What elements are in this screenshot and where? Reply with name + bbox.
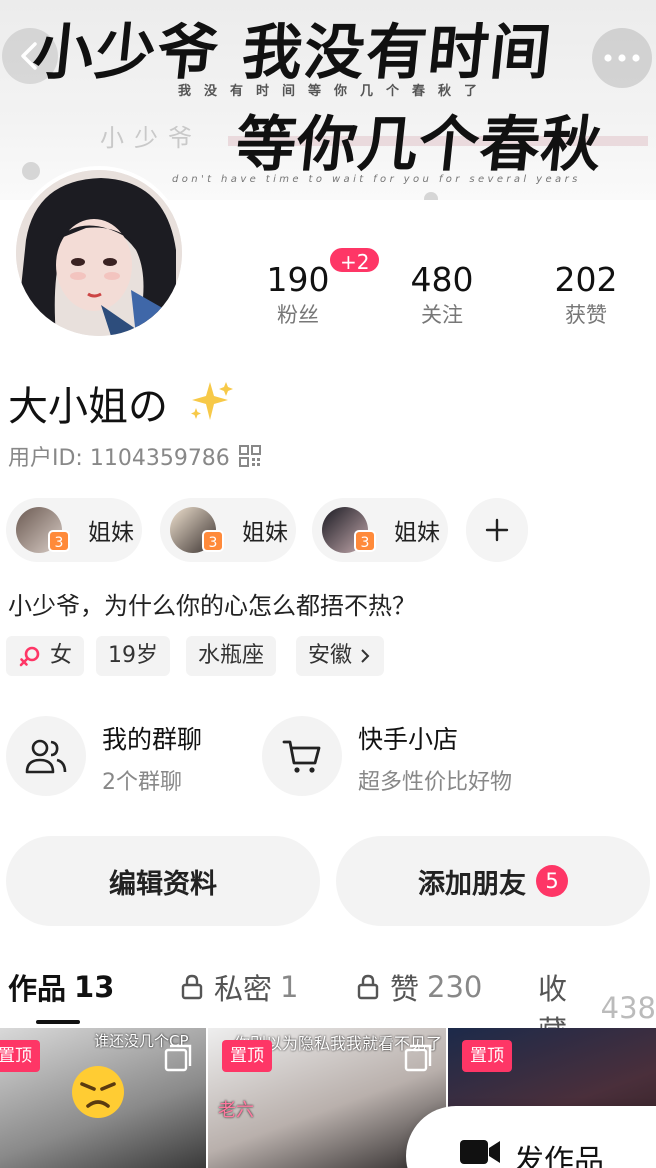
stat-likes[interactable]: 202 获赞 bbox=[526, 260, 646, 330]
tab-label: 作品 bbox=[8, 972, 67, 1006]
thumb-name-label: 老六 bbox=[218, 1100, 254, 1121]
tab-private[interactable]: 私密 1 bbox=[180, 966, 298, 1008]
post-work-button[interactable]: 发作品 bbox=[406, 1106, 656, 1168]
more-dots-icon bbox=[604, 54, 640, 62]
edit-profile-button[interactable]: 编辑资料 bbox=[6, 836, 320, 926]
video-thumbnail[interactable]: 谁还没几个CP 置顶 bbox=[0, 1028, 206, 1168]
post-work-label: 发作品 bbox=[514, 1144, 604, 1168]
location-text: 安徽 bbox=[308, 643, 353, 668]
pinned-badge: 置顶 bbox=[0, 1040, 40, 1072]
avatar[interactable] bbox=[12, 166, 186, 340]
lock-icon bbox=[357, 974, 379, 1000]
following-count: 480 bbox=[410, 260, 474, 299]
shopping-cart-icon bbox=[282, 740, 321, 773]
friend-level-badge: 3 bbox=[48, 530, 70, 552]
group-chat-sub: 2个群聊 bbox=[102, 770, 182, 795]
active-tab-indicator bbox=[36, 1020, 80, 1024]
friend-label: 姐妹 bbox=[394, 520, 440, 546]
following-label: 关注 bbox=[421, 303, 463, 327]
add-friend-label: 添加朋友 bbox=[418, 868, 526, 900]
bio: 小少爷，为什么你的心怎么都捂不热？ bbox=[8, 592, 416, 620]
group-chat-icon-wrap[interactable] bbox=[6, 716, 86, 796]
likes-label: 获赞 bbox=[565, 303, 607, 327]
group-chat-icon bbox=[25, 739, 67, 774]
location-tag[interactable]: 安徽 bbox=[296, 636, 385, 676]
group-chat-title[interactable]: 我的群聊 bbox=[102, 720, 202, 756]
back-button[interactable] bbox=[2, 28, 58, 84]
edit-profile-label: 编辑资料 bbox=[109, 868, 217, 900]
friend-level-badge: 3 bbox=[354, 530, 376, 552]
friend-label: 姐妹 bbox=[88, 520, 134, 546]
gender-text: 女 bbox=[50, 643, 73, 668]
more-button[interactable] bbox=[592, 28, 652, 88]
tab-count: 13 bbox=[74, 970, 115, 1004]
chevron-left-icon bbox=[21, 42, 37, 70]
banner-line1: 小少爷 我没有时间 bbox=[29, 18, 556, 88]
add-friend-count-badge: 5 bbox=[536, 865, 568, 897]
tab-label: 赞 bbox=[390, 972, 420, 1006]
add-friend-pill-button[interactable] bbox=[466, 498, 528, 562]
age-tag: 19岁 bbox=[96, 636, 170, 676]
tab-count: 230 bbox=[427, 970, 483, 1004]
pinned-badge: 置顶 bbox=[222, 1040, 272, 1072]
add-friend-button[interactable]: 添加朋友 5 bbox=[336, 836, 650, 926]
zodiac-tag: 水瓶座 bbox=[186, 636, 277, 676]
likes-count: 202 bbox=[554, 260, 618, 299]
tab-count: 1 bbox=[280, 970, 299, 1004]
sparkle-icon bbox=[191, 382, 233, 420]
gallery-icon bbox=[164, 1044, 192, 1072]
chevron-right-icon bbox=[361, 649, 370, 663]
friend-pill[interactable]: 3 姐妹 bbox=[312, 498, 448, 562]
friend-level-badge: 3 bbox=[202, 530, 224, 552]
tab-works[interactable]: 作品 13 bbox=[8, 966, 114, 1008]
banner-watermark: 小少爷 bbox=[100, 124, 202, 152]
gender-tag: 女 bbox=[6, 636, 85, 676]
stat-following[interactable]: 480 关注 bbox=[382, 260, 502, 330]
avatar-image bbox=[16, 170, 182, 336]
friend-pill[interactable]: 3 姐妹 bbox=[160, 498, 296, 562]
shop-icon-wrap[interactable] bbox=[262, 716, 342, 796]
plus-icon bbox=[485, 518, 509, 542]
banner-english: don't have time to wait for you for seve… bbox=[172, 174, 581, 185]
tab-label: 私密 bbox=[214, 972, 273, 1006]
qr-code-icon[interactable] bbox=[238, 444, 262, 468]
female-icon bbox=[19, 646, 40, 667]
fans-label: 粉丝 bbox=[277, 303, 319, 327]
tab-likes[interactable]: 赞 230 bbox=[356, 966, 482, 1008]
fans-delta-badge: +2 bbox=[328, 246, 382, 274]
shop-title[interactable]: 快手小店 bbox=[358, 720, 458, 756]
user-id[interactable]: 用户ID: 1104359786 bbox=[8, 440, 230, 472]
lock-icon bbox=[181, 974, 203, 1000]
nickname: 大小姐の bbox=[8, 384, 168, 430]
shop-sub: 超多性价比好物 bbox=[358, 770, 513, 795]
pinned-badge: 置顶 bbox=[462, 1040, 512, 1072]
friend-label: 姐妹 bbox=[242, 520, 288, 546]
friend-pill[interactable]: 3 姐妹 bbox=[6, 498, 142, 562]
gallery-icon bbox=[404, 1044, 432, 1072]
tab-count: 438 bbox=[600, 991, 656, 1025]
video-camera-icon bbox=[460, 1140, 500, 1164]
angry-emoji-icon bbox=[72, 1066, 124, 1118]
banner-dot bbox=[22, 162, 40, 180]
